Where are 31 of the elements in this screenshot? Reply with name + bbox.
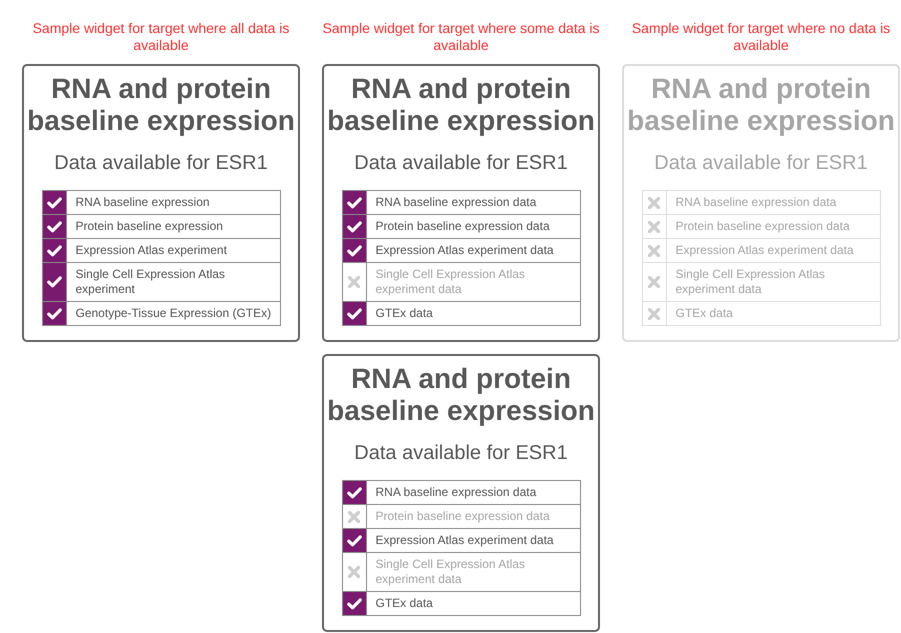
widget-subtitle: Data available for ESR1	[354, 151, 568, 175]
widget-subtitle: Data available for ESR1	[654, 151, 868, 175]
item-label: Protein baseline expression data	[374, 218, 551, 235]
widget-subtitle: Data available for ESR1	[354, 441, 568, 465]
sample-caption: Sample widget for target where some data is available	[322, 20, 600, 54]
item-label: RNA baseline expression data	[374, 484, 538, 501]
item-label: Expression Atlas experiment data	[674, 242, 855, 259]
item-label: Single Cell Expression Atlas experiment data	[374, 556, 526, 588]
item-label: Single Cell Expression Atlas experiment data	[374, 266, 526, 298]
item-label: GTEx data	[674, 305, 734, 322]
item-label: GTEx data	[374, 305, 434, 322]
widget-title: RNA and protein baseline expression	[326, 363, 596, 427]
item-label: Genotype-Tissue Expression (GTEx)	[74, 305, 272, 322]
item-label: Single Cell Expression Atlas experiment data	[674, 266, 826, 298]
item-label: Protein baseline expression	[74, 218, 224, 235]
widget-subtitle: Data available for ESR1	[54, 151, 268, 175]
sample-caption: Sample widget for target where all data is available	[32, 20, 290, 54]
item-label: RNA baseline expression data	[674, 194, 838, 211]
item-label: GTEx data	[374, 595, 434, 612]
item-label: Protein baseline expression data	[674, 218, 851, 235]
widget-title: RNA and protein baseline expression	[626, 73, 896, 137]
widget-title: RNA and protein baseline expression	[326, 73, 596, 137]
item-label: Single Cell Expression Atlas experiment	[74, 266, 226, 298]
widget-title: RNA and protein baseline expression	[26, 73, 296, 137]
item-label: RNA baseline expression	[74, 194, 211, 211]
item-label: RNA baseline expression data	[374, 194, 538, 211]
item-label: Expression Atlas experiment data	[374, 242, 555, 259]
item-label: Expression Atlas experiment data	[374, 532, 555, 549]
item-label: Protein baseline expression data	[374, 508, 551, 525]
sample-caption: Sample widget for target where no data is available	[630, 20, 892, 54]
item-label: Expression Atlas experiment	[74, 242, 228, 259]
